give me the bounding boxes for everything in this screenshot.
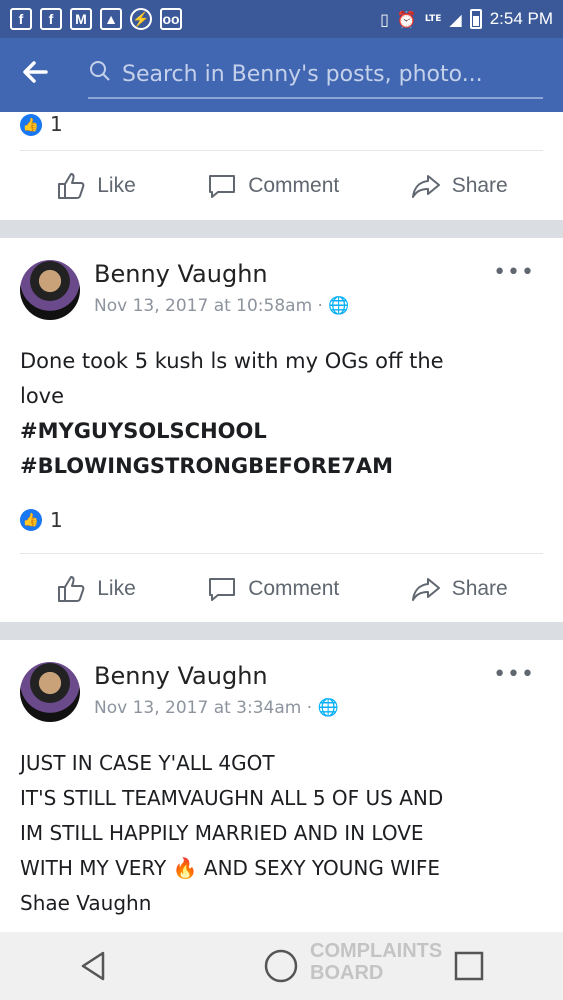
gallery-icon: ▲ [100, 8, 122, 30]
post-timestamp[interactable]: Nov 13, 2017 at 3:34am · 🌐 [94, 698, 339, 718]
lte-label: LTE [424, 14, 442, 24]
like-reaction-icon: 👍 [20, 509, 42, 531]
facebook-icon: f [40, 8, 62, 30]
watermark-logo: COMPLAINTS BOARD [310, 940, 443, 984]
fire-emoji-icon: 🔥 [172, 856, 198, 880]
globe-icon: 🌐 [328, 296, 350, 316]
like-reaction-icon: 👍 [20, 114, 42, 136]
nav-home-icon[interactable] [261, 946, 301, 986]
post-text-line: AND SEXY YOUNG WIFE [203, 856, 441, 880]
share-icon [411, 174, 440, 198]
facebook-icon: f [10, 8, 32, 30]
timestamp-text: Nov 13, 2017 at 10:58am [94, 296, 313, 316]
signal-icon: ◢ [449, 9, 462, 29]
comment-icon [209, 577, 236, 601]
thumbs-up-icon [58, 172, 85, 199]
timestamp-text: Nov 13, 2017 at 3:34am [94, 698, 302, 718]
share-label: Share [451, 576, 508, 600]
post-card-partial: 👍 1 Like Comment Share [0, 112, 563, 220]
notification-icons: f f M ▲ ⚡ oo [10, 8, 182, 30]
messenger-icon: ⚡ [130, 8, 152, 30]
hashtag-link[interactable]: #BLOWINGSTRONGBEFORE7AM [20, 449, 543, 484]
post-body: JUST IN CASE Y'ALL 4GOT IT'S STILL TEAMV… [20, 746, 543, 921]
avatar[interactable] [20, 662, 80, 722]
search-icon [88, 59, 112, 89]
clock: 2:54 PM [489, 9, 553, 28]
post-body: Done took 5 kush ls with my OGs off the … [20, 344, 543, 484]
thumbs-up-icon [58, 575, 85, 602]
globe-icon: 🌐 [317, 698, 339, 718]
comment-button[interactable]: Comment [206, 573, 339, 605]
vibrate-icon: ▯ [380, 9, 389, 29]
reaction-count[interactable]: 1 [50, 112, 63, 136]
like-label: Like [97, 576, 136, 600]
share-label: Share [451, 173, 508, 197]
status-bar: f f M ▲ ⚡ oo ▯ ⏰ LTE ◢ 2:54 PM [0, 0, 563, 38]
search-header [0, 38, 563, 112]
battery-icon [469, 9, 482, 29]
post-text-line: IT'S STILL TEAMVAUGHN ALL 5 OF US AND [20, 786, 444, 810]
share-icon [411, 577, 440, 601]
share-button[interactable]: Share [410, 573, 508, 605]
post-text-line: WITH MY VERY [20, 856, 167, 880]
author-name[interactable]: Benny Vaughn [94, 260, 350, 288]
comment-button[interactable]: Comment [206, 170, 339, 202]
comment-label: Comment [248, 576, 340, 600]
gmail-icon: M [70, 8, 92, 30]
post-text-line: Done took 5 kush ls with my OGs off the [20, 349, 444, 373]
post-actions: Like Comment Share [20, 150, 543, 220]
like-button[interactable]: Like [55, 573, 136, 605]
post-actions: Like Comment Share [20, 553, 543, 623]
post-text-line: JUST IN CASE Y'ALL 4GOT [20, 751, 275, 775]
more-options-icon[interactable]: ••• [493, 260, 535, 285]
mention-link[interactable]: Shae Vaughn [20, 886, 543, 921]
share-button[interactable]: Share [410, 170, 508, 202]
nav-back-icon[interactable] [74, 946, 114, 986]
like-label: Like [97, 173, 136, 197]
more-options-icon[interactable]: ••• [493, 662, 535, 687]
back-arrow-icon[interactable] [20, 57, 66, 93]
post-text-line: IM STILL HAPPILY MARRIED AND IN LOVE [20, 821, 424, 845]
post-timestamp[interactable]: Nov 13, 2017 at 10:58am · 🌐 [94, 296, 350, 316]
hashtag-link[interactable]: #MYGUYSOLSCHOOL [20, 414, 543, 449]
comment-icon [209, 174, 236, 198]
reaction-count[interactable]: 1 [50, 508, 63, 532]
avatar[interactable] [20, 260, 80, 320]
voicemail-icon: oo [160, 8, 182, 30]
alarm-icon: ⏰ [396, 9, 417, 29]
author-name[interactable]: Benny Vaughn [94, 662, 339, 690]
like-button[interactable]: Like [55, 170, 136, 202]
comment-label: Comment [248, 173, 340, 197]
post-card: Benny Vaughn Nov 13, 2017 at 3:34am · 🌐 … [0, 640, 563, 932]
search-box[interactable] [88, 51, 543, 99]
search-input[interactable] [122, 61, 543, 87]
post-card: Benny Vaughn Nov 13, 2017 at 10:58am · 🌐… [0, 238, 563, 622]
post-text-line: love [20, 384, 65, 408]
